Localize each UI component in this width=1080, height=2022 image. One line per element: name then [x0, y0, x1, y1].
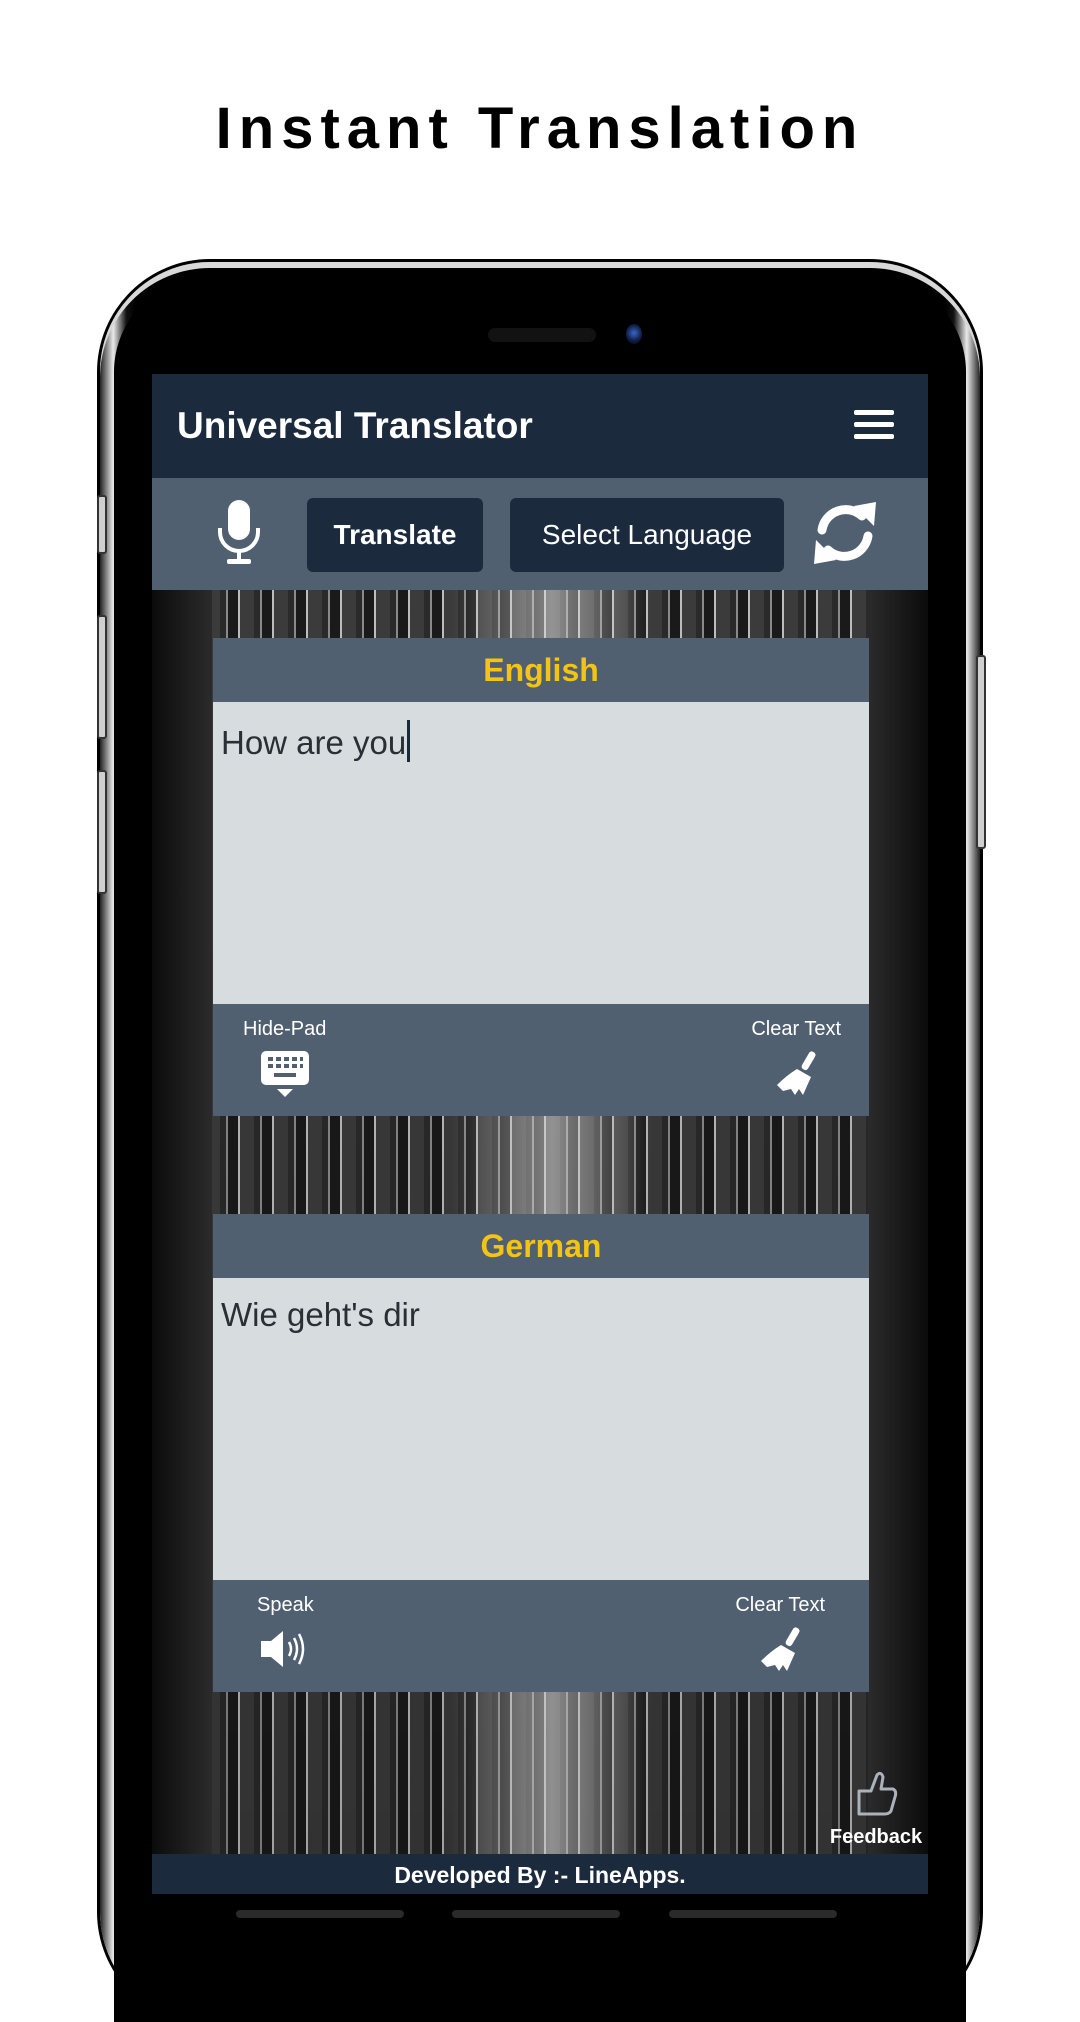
- promo-title: Instant Translation: [215, 96, 865, 161]
- source-text-input[interactable]: How are you: [213, 702, 869, 1004]
- hide-pad-label: Hide-Pad: [243, 1018, 327, 1040]
- speak-button[interactable]: Speak: [257, 1594, 314, 1671]
- microphone-icon[interactable]: [214, 498, 264, 568]
- target-panel-actions: Speak Clear Text: [213, 1580, 869, 1692]
- phone-volume-up: [97, 615, 107, 739]
- target-language-label[interactable]: German: [213, 1214, 869, 1278]
- feedback-label: Feedback: [829, 1826, 923, 1848]
- clear-source-text-button[interactable]: Clear Text: [751, 1018, 841, 1099]
- app-header: Universal Translator: [152, 374, 928, 478]
- background-shadow-right: [868, 590, 928, 1854]
- phone-volume-down: [97, 770, 107, 894]
- speaker-icon: [261, 1631, 305, 1667]
- speak-label: Speak: [257, 1594, 314, 1616]
- text-caret: [407, 720, 411, 762]
- hamburger-menu-icon[interactable]: [854, 410, 894, 440]
- source-panel: English How are you Hide-Pad Clear Text: [213, 638, 869, 1116]
- developer-footer: Developed By :- LineApps.: [152, 1854, 928, 1894]
- background-shadow-left: [152, 590, 212, 1854]
- broom-icon: [777, 1051, 816, 1095]
- thumbs-up-icon: [857, 1771, 898, 1816]
- source-text-value: How are you: [221, 720, 411, 762]
- nav-indicator: [452, 1910, 620, 1918]
- app-title: Universal Translator: [177, 405, 533, 446]
- select-language-button[interactable]: Select Language: [510, 498, 784, 572]
- source-text: How are you: [221, 724, 407, 761]
- nav-indicator: [236, 1910, 404, 1918]
- target-panel: German Wie geht's dir Speak Clear Text: [213, 1214, 869, 1692]
- clear-target-text-button[interactable]: Clear Text: [735, 1594, 825, 1675]
- phone-speaker-grill: [488, 328, 596, 342]
- source-panel-actions: Hide-Pad Clear Text: [213, 1004, 869, 1116]
- phone-power-button: [976, 655, 986, 849]
- clear-text-label: Clear Text: [735, 1594, 825, 1616]
- clear-text-label: Clear Text: [751, 1018, 841, 1040]
- hide-pad-button[interactable]: Hide-Pad: [243, 1018, 326, 1099]
- target-text: Wie geht's dir: [221, 1296, 420, 1333]
- nav-indicator: [669, 1910, 837, 1918]
- refresh-swap-icon[interactable]: [810, 500, 880, 566]
- toolbar: Translate Select Language: [152, 478, 928, 590]
- app-screen: Universal Translator Translate Select La…: [152, 374, 928, 1894]
- translate-button[interactable]: Translate: [307, 498, 483, 572]
- source-language-label[interactable]: English: [213, 638, 869, 702]
- front-camera: [626, 324, 642, 344]
- broom-icon: [761, 1627, 800, 1671]
- phone-side-button: [97, 495, 107, 554]
- feedback-button[interactable]: Feedback: [826, 1769, 926, 1849]
- target-text-output[interactable]: Wie geht's dir: [213, 1278, 869, 1580]
- keyboard-hide-icon: [260, 1051, 309, 1097]
